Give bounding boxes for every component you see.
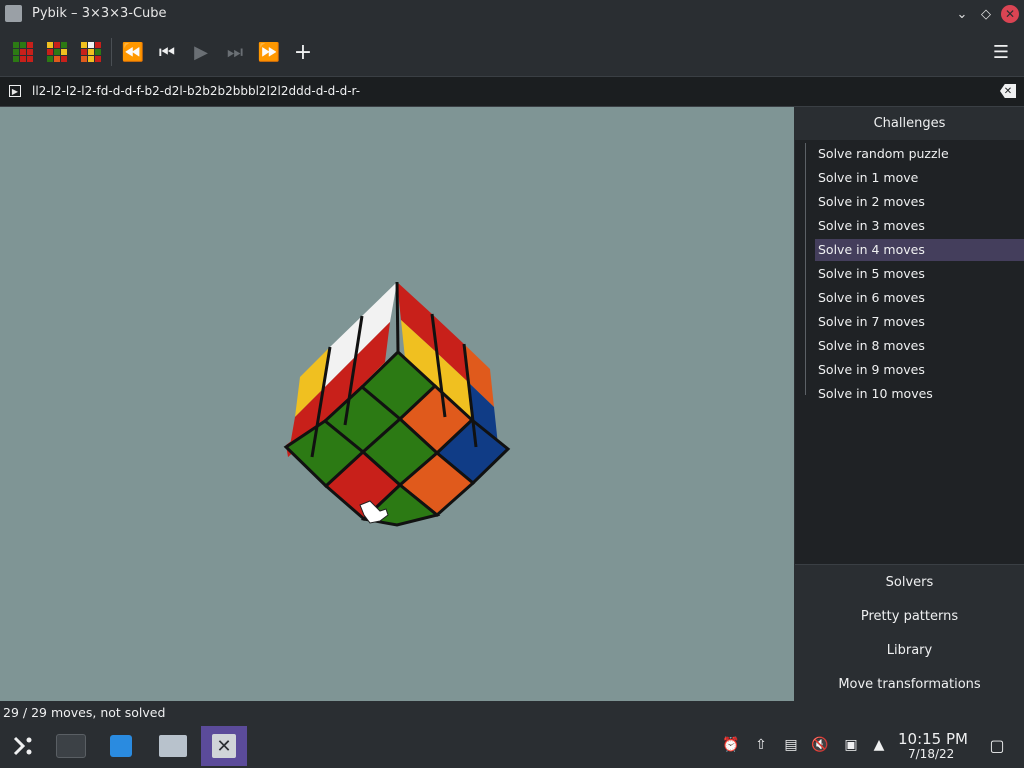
skip-forward-icon: ⏭ xyxy=(226,41,244,63)
skip-back-icon: ⏮ xyxy=(158,41,176,63)
clipboard-icon[interactable]: ▤ xyxy=(782,736,800,754)
move-sequence-input[interactable]: ll2-l2-l2-l2-fd-d-d-f-b2-d2l-b2b2b2bbbl2… xyxy=(32,84,360,98)
toolbar-separator xyxy=(111,38,112,66)
plus-icon: + xyxy=(293,39,313,65)
tree-branch-line xyxy=(805,143,806,395)
title-bar: Pybik – 3×3×3-Cube ⌄ ◇ ✕ xyxy=(0,0,1024,29)
sidebar: Challenges Solve random puzzle Solve in … xyxy=(795,107,1024,701)
clock-time[interactable]: 10:15 PM xyxy=(898,730,968,748)
hamburger-menu-button[interactable]: ☰ xyxy=(987,38,1015,66)
solved-cube-icon xyxy=(13,42,33,62)
maximize-button[interactable]: ◇ xyxy=(977,5,995,23)
pybik-task-icon: ✕ xyxy=(212,734,236,758)
challenge-item[interactable]: Solve in 7 moves xyxy=(815,311,1024,333)
challenge-item[interactable]: Solve random puzzle xyxy=(815,143,1024,165)
update-icon[interactable]: ⇧ xyxy=(752,736,770,754)
pybik-task-button[interactable]: ✕ xyxy=(201,726,247,766)
new-solved-cube-button[interactable] xyxy=(9,38,37,66)
rewind-icon: ⏪ xyxy=(121,41,145,63)
add-mark-button[interactable]: + xyxy=(289,38,317,66)
menu-icon: ☰ xyxy=(992,41,1010,63)
pretty-patterns-section[interactable]: Pretty patterns xyxy=(795,599,1024,633)
discover-store-button[interactable] xyxy=(98,726,144,766)
challenges-header[interactable]: Challenges xyxy=(795,107,1024,140)
folder-icon xyxy=(159,735,187,757)
store-bag-icon xyxy=(110,735,132,757)
challenge-item[interactable]: Solve in 6 moves xyxy=(815,287,1024,309)
chevron-down-icon: ⌄ xyxy=(956,6,968,22)
show-desktop-icon[interactable]: ▢ xyxy=(988,736,1006,755)
challenge-item-selected[interactable]: Solve in 4 moves xyxy=(815,239,1024,261)
launcher-icon xyxy=(13,736,32,756)
toolbar: ⏪ ⏮ ▶ ⏭ ⏩ + ☰ xyxy=(0,29,1024,74)
window-title: Pybik – 3×3×3-Cube xyxy=(32,6,167,21)
close-button[interactable]: ✕ xyxy=(1001,5,1019,23)
scramble-cube-button[interactable] xyxy=(77,38,105,66)
fast-forward-icon: ⏩ xyxy=(257,41,281,63)
challenge-item[interactable]: Solve in 10 moves xyxy=(815,383,1024,405)
taskbar: ✕ ⏰ ⇧ ▤ 🔇 ▣ ▲ ▢ xyxy=(0,723,1024,768)
rewind-button[interactable]: ⏪ xyxy=(119,38,147,66)
app-launcher-button[interactable] xyxy=(0,726,46,766)
previous-button[interactable]: ⏮ xyxy=(153,38,181,66)
forward-button[interactable]: ⏩ xyxy=(255,38,283,66)
clear-moves-button[interactable]: ✕ xyxy=(1000,84,1016,98)
play-icon: ▶ xyxy=(194,41,208,63)
backspace-icon: ✕ xyxy=(1003,85,1013,97)
library-section[interactable]: Library xyxy=(795,633,1024,667)
alarm-icon[interactable]: ⏰ xyxy=(722,736,740,754)
network-icon[interactable]: ▣ xyxy=(842,736,860,754)
diamond-icon: ◇ xyxy=(981,6,991,22)
close-icon: ✕ xyxy=(1004,7,1016,21)
challenge-item[interactable]: Solve in 3 moves xyxy=(815,215,1024,237)
challenge-item[interactable]: Solve in 8 moves xyxy=(815,335,1024,357)
status-text: 29 / 29 moves, not solved xyxy=(3,705,166,720)
pybik-app-icon xyxy=(5,5,22,22)
scrambled-cube-icon xyxy=(81,42,101,62)
challenge-item[interactable]: Solve in 2 moves xyxy=(815,191,1024,213)
challenge-item[interactable]: Solve in 5 moves xyxy=(815,263,1024,285)
volume-muted-icon[interactable]: 🔇 xyxy=(811,736,829,754)
cube-canvas[interactable] xyxy=(0,107,794,701)
play-sequence-icon[interactable]: ▶ xyxy=(9,85,21,97)
move-sequence-bar: ▶ ll2-l2-l2-l2-fd-d-d-f-b2-d2l-b2b2b2bbb… xyxy=(0,76,1024,107)
solvers-section[interactable]: Solvers xyxy=(795,565,1024,599)
move-transformations-section[interactable]: Move transformations xyxy=(795,667,1024,701)
next-button[interactable]: ⏭ xyxy=(221,38,249,66)
task-switcher-icon xyxy=(56,734,86,758)
random-cube-icon xyxy=(47,42,67,62)
minimize-button[interactable]: ⌄ xyxy=(953,5,971,23)
play-button[interactable]: ▶ xyxy=(187,38,215,66)
challenge-item[interactable]: Solve in 9 moves xyxy=(815,359,1024,381)
rubiks-cube-view xyxy=(283,281,511,527)
file-manager-button[interactable] xyxy=(150,726,196,766)
task-manager-button[interactable] xyxy=(48,726,94,766)
challenge-item[interactable]: Solve in 1 move xyxy=(815,167,1024,189)
new-random-cube-button[interactable] xyxy=(43,38,71,66)
clock-date[interactable]: 7/18/22 xyxy=(908,747,954,761)
tray-expand-icon[interactable]: ▲ xyxy=(870,736,888,754)
